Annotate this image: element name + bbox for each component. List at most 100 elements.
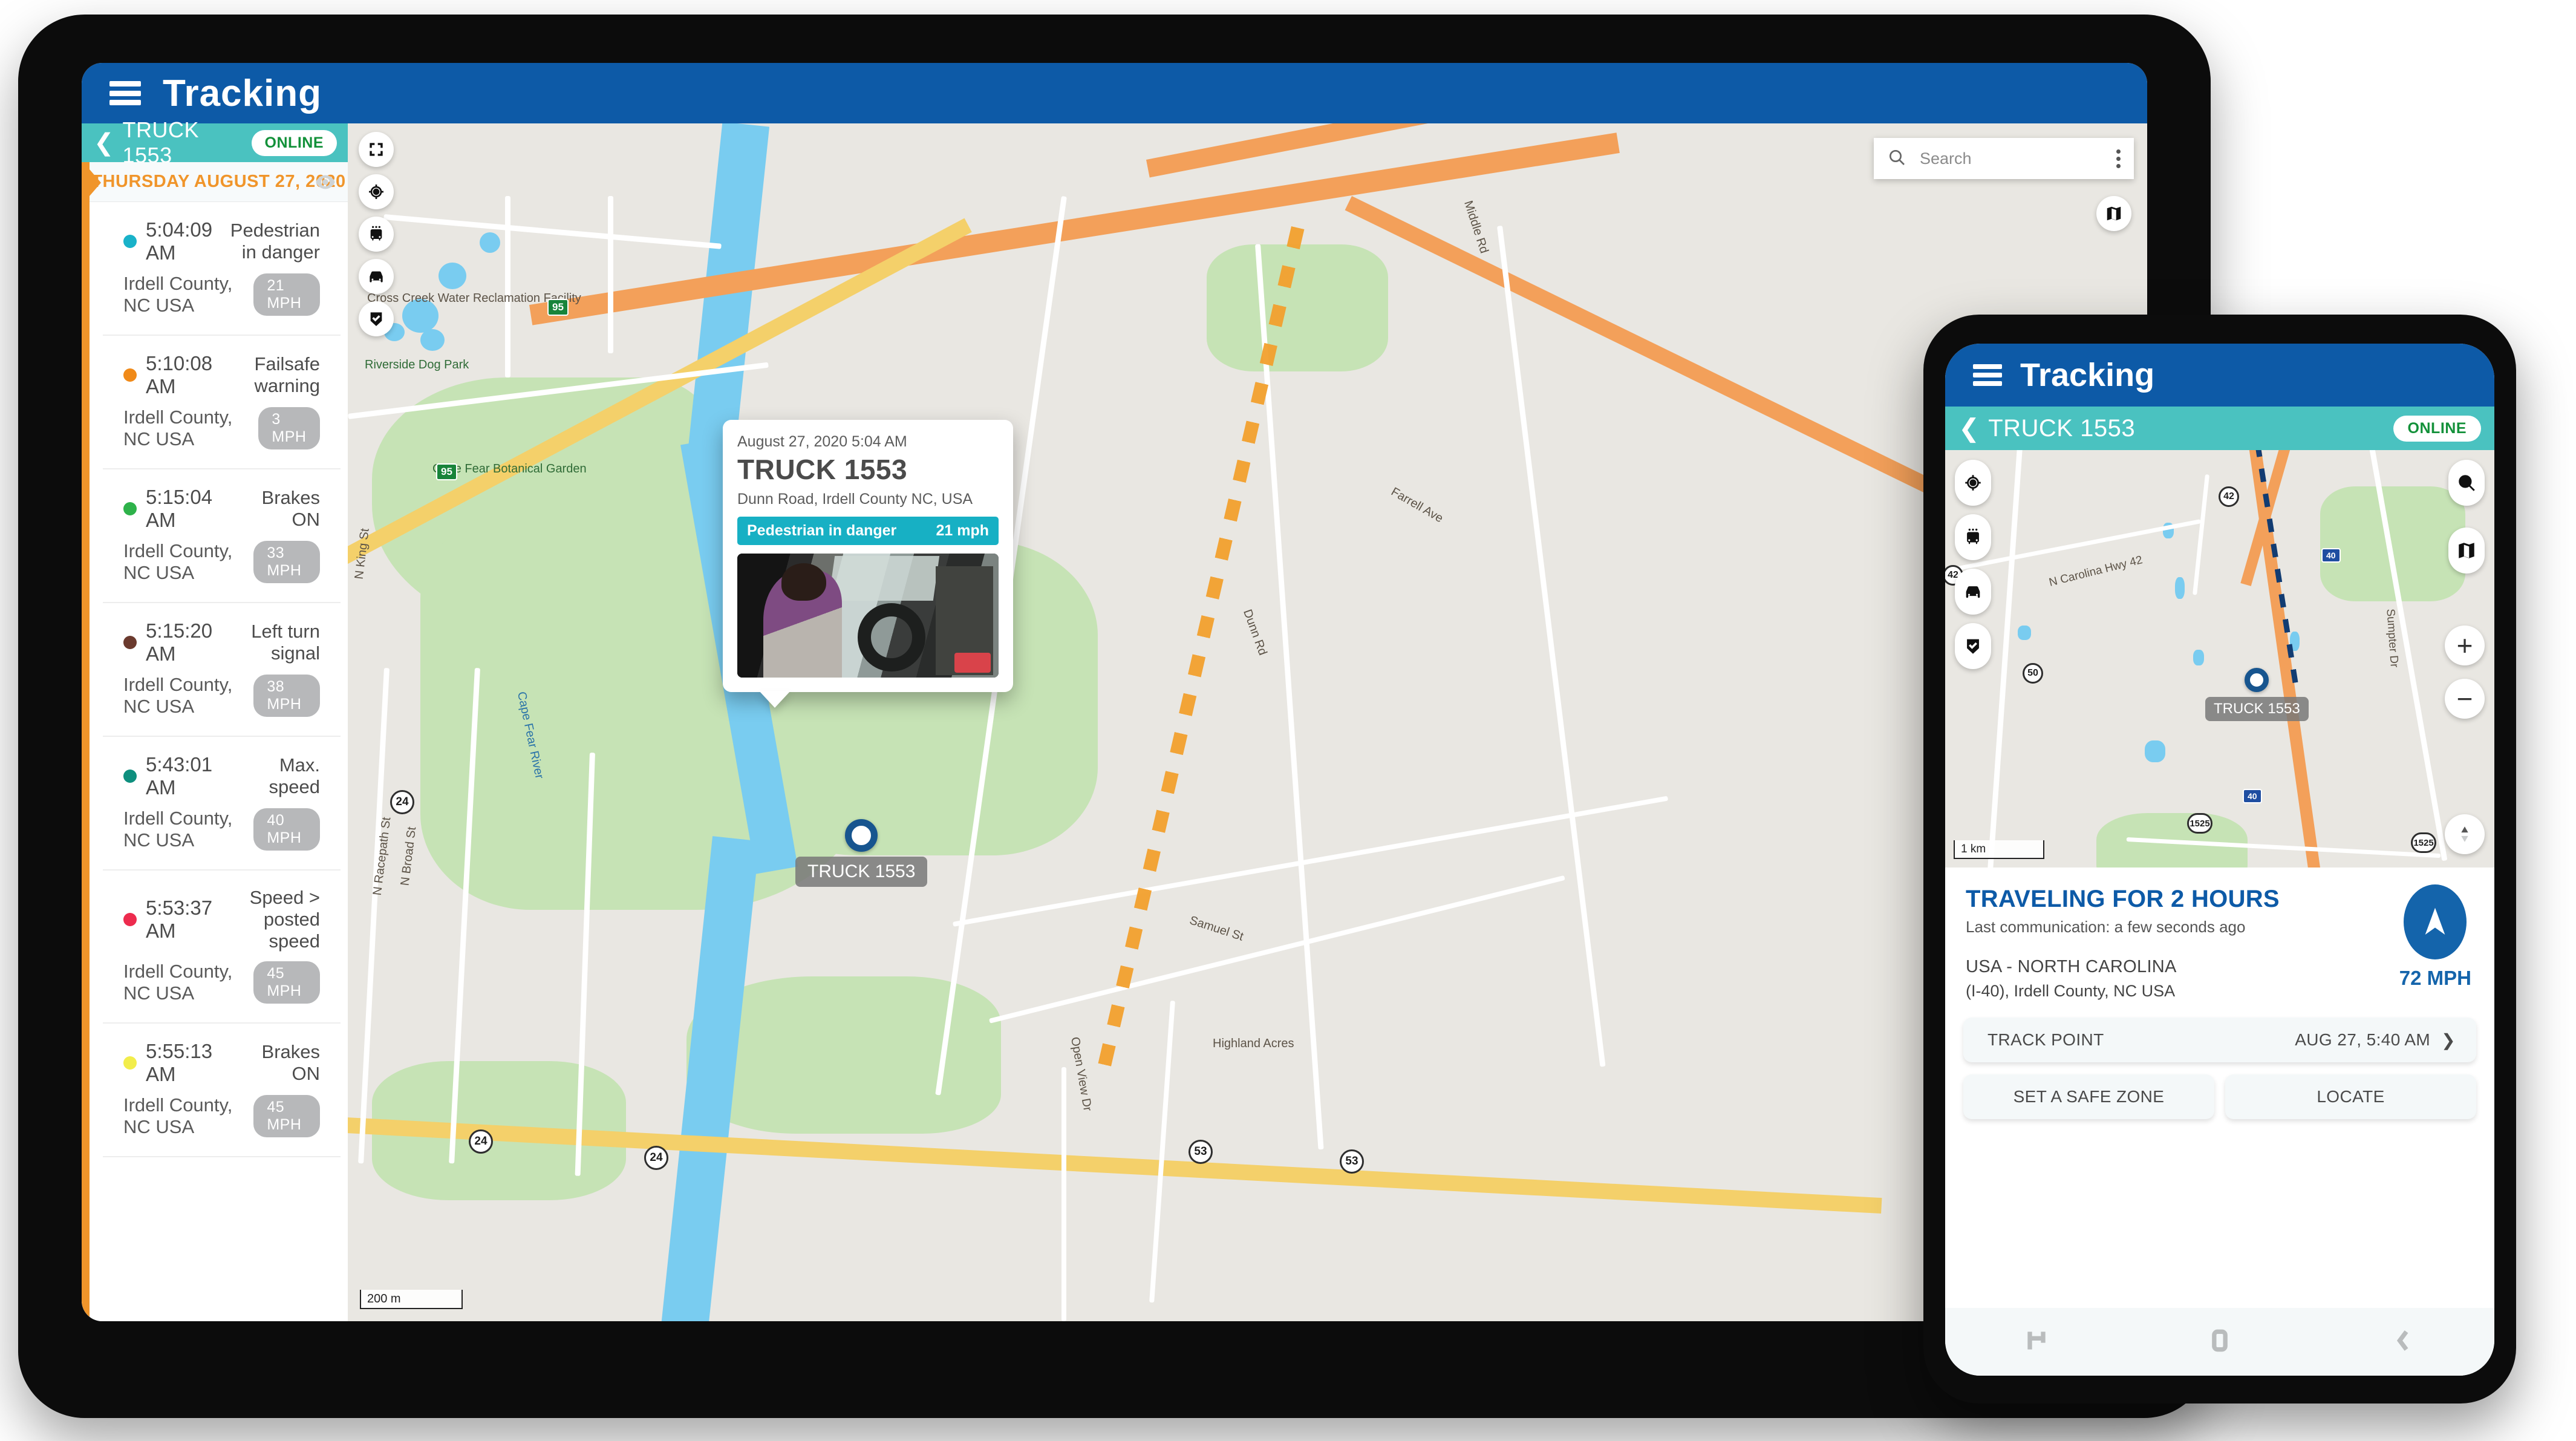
event-type: Failsafe warning	[254, 353, 320, 396]
chevron-right-icon: ❯	[2441, 1030, 2456, 1050]
phone-map-right-controls[interactable]	[2448, 460, 2485, 573]
car-icon[interactable]	[1955, 569, 1991, 615]
event-speed-badge: 45 MPH	[253, 961, 320, 1004]
phone-zoom-controls[interactable]: + −	[2445, 626, 2485, 719]
map-label: Riverside Dog Park	[365, 358, 469, 371]
android-nav-bar[interactable]	[1945, 1308, 2494, 1376]
event-list-item[interactable]: 5:10:08 AM Failsafe warning Irdell County,…	[103, 336, 341, 469]
my-location-icon[interactable]	[359, 174, 394, 209]
map-search-bar[interactable]: Search	[1874, 138, 2134, 179]
map-layers-icon[interactable]	[2448, 528, 2485, 573]
event-list-item[interactable]: 5:04:09 AM Pedestrian in danger Irdell Cou…	[103, 202, 341, 336]
shield-check-icon[interactable]	[1955, 623, 1991, 669]
hamburger-icon[interactable]	[109, 81, 141, 105]
map-scale-bar: 200 m	[360, 1290, 463, 1309]
event-color-dot	[123, 913, 137, 926]
car-icon[interactable]	[359, 259, 394, 294]
popup-alert-label: Pedestrian in danger	[747, 522, 897, 539]
set-safe-zone-button[interactable]: SET A SAFE ZONE	[1963, 1074, 2214, 1119]
event-color-dot	[123, 502, 137, 515]
event-type: Speed > posted speed	[249, 887, 320, 952]
event-list-item[interactable]: 5:15:04 AM Brakes ON Irdell County, NC USA…	[103, 469, 341, 603]
kebab-menu-icon[interactable]	[2116, 149, 2121, 168]
event-time: 5:04:09 AM	[146, 218, 213, 264]
date-row: THURSDAY AUGUST 27, 2020	[90, 162, 348, 202]
phone-vehicle-marker[interactable]: TRUCK 1553	[2205, 668, 2309, 721]
event-speed-badge: 38 MPH	[253, 675, 320, 717]
current-speed: 72 MPH	[2399, 967, 2471, 989]
track-point-button[interactable]: TRACK POINT AUG 27, 5:40 AM ❯	[1963, 1018, 2476, 1062]
chevron-left-icon[interactable]: ❮	[1958, 416, 1980, 441]
event-location: Irdell County, NC USA	[123, 1094, 233, 1137]
recents-icon[interactable]	[2023, 1327, 2050, 1357]
phone-map-controls[interactable]	[1955, 460, 1991, 669]
phone-route-shield: 40	[2321, 548, 2341, 563]
locate-button[interactable]: LOCATE	[2225, 1074, 2476, 1119]
event-list-item[interactable]: 5:15:20 AM Left turn signal Irdell County,…	[103, 603, 341, 737]
phone-device: Tracking ❮ TRUCK 1553 ONLINE N Carolina …	[1923, 315, 2516, 1403]
event-time: 5:53:37 AM	[146, 897, 213, 942]
shield-check-icon[interactable]	[359, 301, 394, 336]
vehicle-marker[interactable]: TRUCK 1553	[795, 819, 928, 887]
phone-action-buttons[interactable]: TRACK POINT AUG 27, 5:40 AM ❯ SET A SAFE…	[1945, 1001, 2494, 1119]
eye-icon[interactable]	[315, 174, 336, 190]
zoom-out-button[interactable]: −	[2445, 679, 2485, 719]
phone-map-canvas: N Carolina Hwy 42 Sumpter Dr 42 42 50 40…	[1945, 450, 2494, 868]
hamburger-icon[interactable]	[1973, 364, 2002, 386]
phone-status-badge: ONLINE	[2393, 415, 2481, 442]
phone-map[interactable]: N Carolina Hwy 42 Sumpter Dr 42 42 50 40…	[1945, 450, 2494, 868]
popup-photo[interactable]	[737, 554, 999, 678]
route-shield: 95	[436, 463, 457, 480]
compass-icon[interactable]	[2445, 814, 2485, 854]
phone-route-shield: 50	[2023, 663, 2043, 684]
zoom-in-label: +	[2456, 630, 2473, 661]
fullscreen-icon[interactable]	[359, 132, 394, 167]
sidebar-header: ❮ TRUCK 1553 ONLINE	[82, 117, 348, 168]
event-time: 5:15:20 AM	[146, 619, 213, 665]
phone-vehicle-name: TRUCK 1553	[1988, 414, 2136, 442]
event-time: 5:43:01 AM	[146, 753, 213, 799]
map-controls[interactable]	[359, 132, 394, 336]
last-communication: Last communication: a few seconds ago	[1966, 918, 2246, 936]
event-type: Brakes ON	[261, 1041, 320, 1084]
vehicle-marker-label: TRUCK 1553	[795, 857, 928, 887]
tablet-map[interactable]: Cross Creek Water Reclamation Facility R…	[348, 123, 2147, 1321]
event-location: Irdell County, NC USA	[123, 540, 233, 583]
phone-map-scale-bar: 1 km	[1954, 840, 2044, 859]
phone-screen: Tracking ❮ TRUCK 1553 ONLINE N Carolina …	[1945, 344, 2494, 1376]
event-location: Irdell County, NC USA	[123, 407, 233, 449]
back-icon[interactable]	[2390, 1327, 2416, 1357]
map-label: Highland Acres	[1213, 1037, 1294, 1050]
event-location: Irdell County, NC USA	[123, 808, 233, 851]
phone-route-shield: 42	[2219, 486, 2239, 507]
popup-alert-badge: Pedestrian in danger 21 mph	[737, 517, 999, 545]
event-list[interactable]: 5:04:09 AM Pedestrian in danger Irdell Cou…	[90, 202, 348, 1321]
zoom-in-button[interactable]: +	[2445, 626, 2485, 665]
event-popup-card[interactable]: August 27, 2020 5:04 AM TRUCK 1553 Dunn …	[723, 420, 1013, 708]
event-color-dot	[123, 235, 137, 248]
traveling-headline: TRAVELING FOR 2 HOURS	[1966, 886, 2280, 912]
phone-app-bar: Tracking	[1945, 344, 2494, 407]
road-location: (I-40), Irdell County, NC USA	[1966, 982, 2176, 1000]
event-location: Irdell County, NC USA	[123, 961, 233, 1004]
sidebar-vehicle-name: TRUCK 1553	[122, 117, 200, 168]
event-list-item[interactable]: 5:43:01 AM Max. speed Irdell County, NC US…	[103, 737, 341, 871]
event-list-item[interactable]: 5:55:13 AM Brakes ON Irdell County, NC USA…	[103, 1024, 341, 1157]
bus-icon[interactable]	[359, 217, 394, 252]
event-speed-badge: 33 MPH	[253, 541, 320, 583]
bus-icon[interactable]	[1955, 514, 1991, 560]
route-shield: 53	[1340, 1149, 1364, 1174]
event-location: Irdell County, NC USA	[123, 674, 233, 717]
map-layers-icon[interactable]	[2096, 196, 2131, 231]
home-icon[interactable]	[2206, 1327, 2233, 1357]
phone-route-shield: 1525	[2187, 813, 2212, 834]
track-point-value: AUG 27, 5:40 AM	[2295, 1030, 2431, 1049]
event-type: Brakes ON	[261, 487, 320, 530]
event-time: 5:15:04 AM	[146, 486, 213, 531]
my-location-icon[interactable]	[1955, 460, 1991, 506]
zoom-out-label: −	[2456, 683, 2473, 714]
event-list-item[interactable]: 5:53:37 AM Speed > posted speed Irdell Cou…	[103, 871, 341, 1024]
chevron-left-icon[interactable]: ❮	[94, 131, 114, 155]
search-input[interactable]: Search	[1920, 149, 2103, 168]
search-icon[interactable]	[2448, 460, 2485, 506]
